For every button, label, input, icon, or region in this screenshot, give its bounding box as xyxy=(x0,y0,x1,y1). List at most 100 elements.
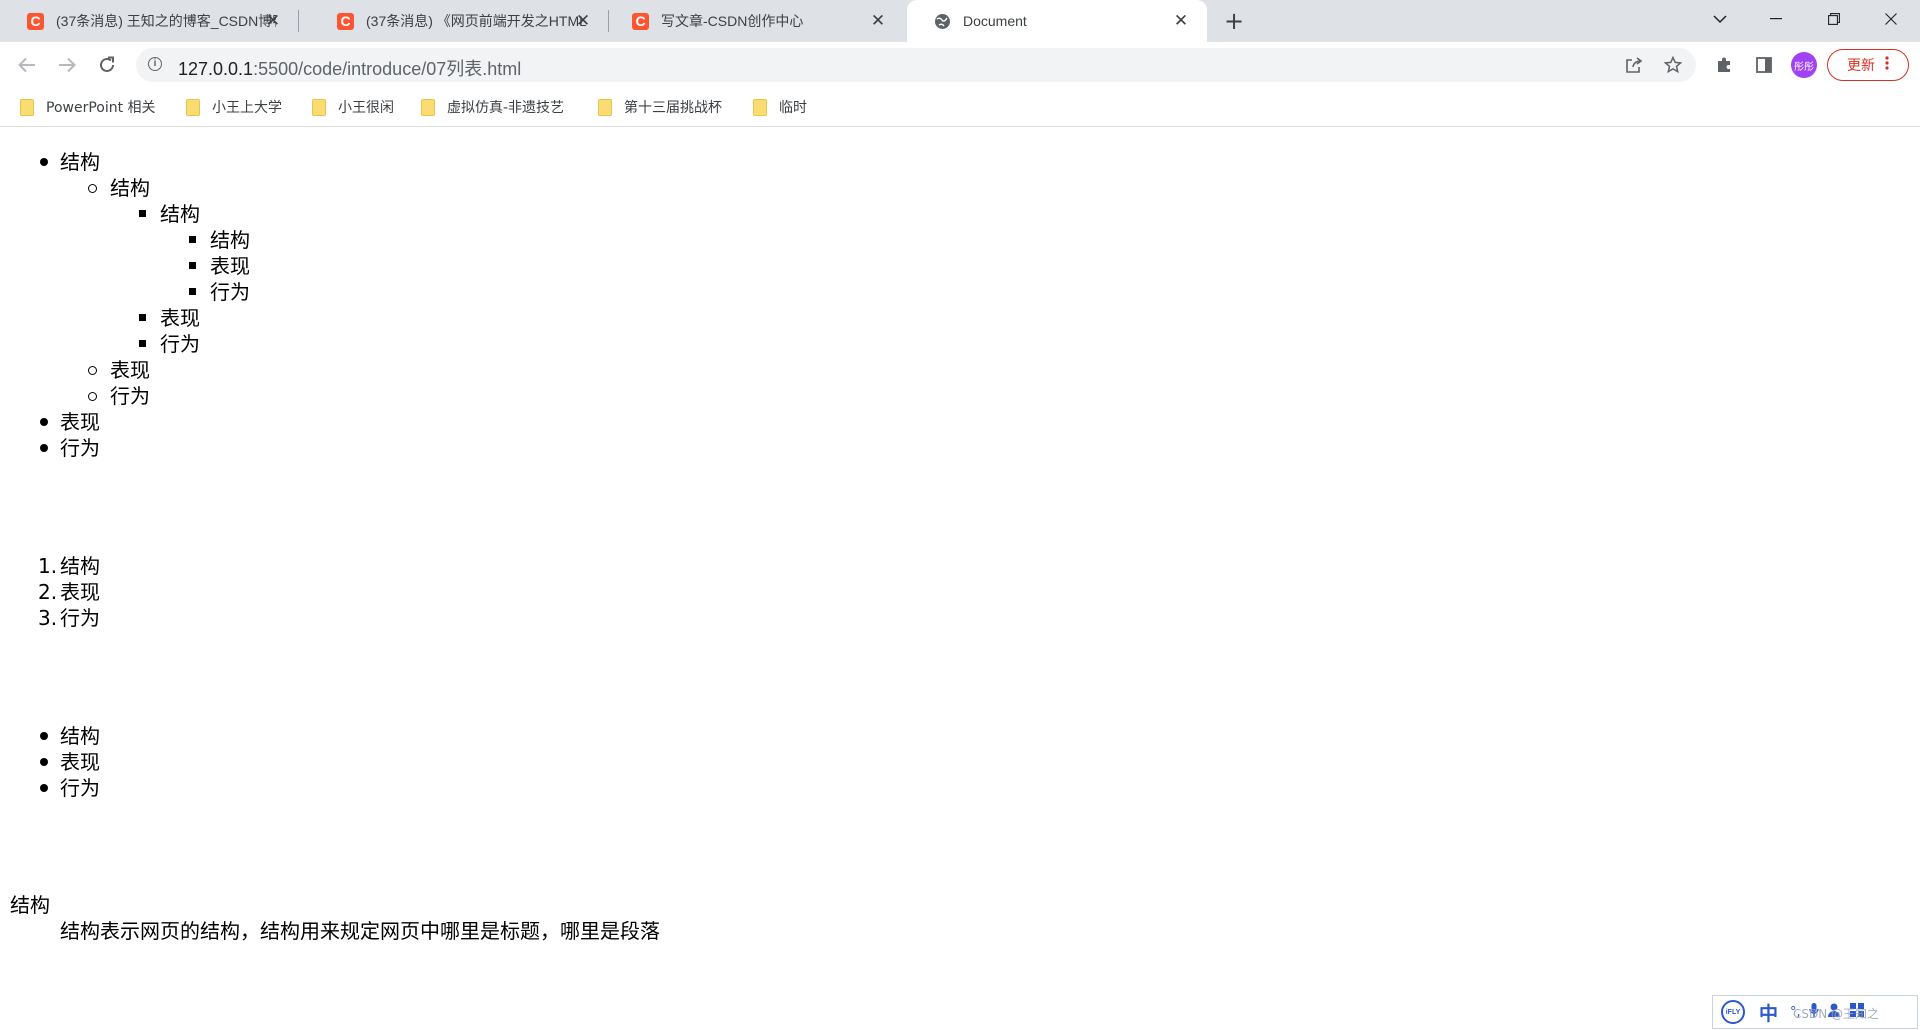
ifly-logo-icon[interactable]: iFLY xyxy=(1721,1000,1745,1024)
globe-icon xyxy=(934,13,951,30)
bookmarks-bar: PowerPoint 相关 小王上大学 小王很闲 虚拟仿真-非遗技艺 第十三届挑… xyxy=(0,88,1920,127)
back-arrow-icon[interactable] xyxy=(12,50,42,80)
list-item: 结构 xyxy=(60,724,100,748)
site-info-icon[interactable]: i xyxy=(148,57,162,71)
csdn-favicon-icon: C xyxy=(337,12,354,30)
circle-bullet xyxy=(88,184,97,193)
bookmark-folder-temp[interactable]: 临时 xyxy=(753,96,807,118)
close-tab-icon[interactable]: ✕ xyxy=(1171,11,1191,31)
bookmark-label: PowerPoint 相关 xyxy=(46,100,156,116)
tab-title: Document xyxy=(963,13,1027,29)
list-item: 行为 xyxy=(60,606,100,630)
update-button-label: 更新 xyxy=(1847,58,1875,74)
disc-bullet xyxy=(40,444,48,452)
browser-toolbar: i 127.0.0.1:5500/code/introduce/07列表.htm… xyxy=(0,42,1920,88)
list-item: 结构 xyxy=(160,202,200,226)
bookmark-folder-idle[interactable]: 小王很闲 xyxy=(312,96,394,118)
list-marker: 3. xyxy=(38,606,58,630)
circle-bullet xyxy=(88,392,97,401)
tab-csdn-blog[interactable]: C (37条消息) 王知之的博客_CSDN博客 ✕ xyxy=(0,0,299,42)
bookmark-label: 虚拟仿真-非遗技艺 xyxy=(447,100,565,116)
update-button[interactable]: 更新 xyxy=(1827,49,1909,81)
list-item: 表现 xyxy=(60,580,100,604)
side-panel-icon[interactable] xyxy=(1751,52,1777,78)
bookmark-folder-simulation[interactable]: 虚拟仿真-非遗技艺 xyxy=(421,96,564,118)
url-text[interactable]: 127.0.0.1:5500/code/introduce/07列表.html xyxy=(178,55,521,81)
close-tab-icon[interactable]: ✕ xyxy=(868,11,888,31)
more-menu-icon xyxy=(1885,56,1889,74)
url-host: 127.0.0.1 xyxy=(178,59,254,79)
square-bullet xyxy=(139,210,146,217)
bookmark-label: 第十三届挑战杯 xyxy=(624,100,722,116)
restore-icon[interactable] xyxy=(1806,0,1862,38)
extensions-puzzle-icon[interactable] xyxy=(1711,52,1737,78)
tab-strip: C (37条消息) 王知之的博客_CSDN博客 ✕ C (37条消息) 《网页前… xyxy=(0,0,1920,42)
list-item: 结构 xyxy=(60,150,100,174)
definition-description: 结构表示网页的结构，结构用来规定网页中哪里是标题，哪里是段落 xyxy=(60,919,660,943)
tab-search-chevron-icon[interactable] xyxy=(1692,0,1748,38)
circle-bullet xyxy=(88,366,97,375)
square-bullet xyxy=(189,262,196,269)
bookmark-label: 临时 xyxy=(779,100,807,116)
folder-icon xyxy=(598,98,612,116)
list-item: 结构 xyxy=(60,554,100,578)
new-tab-icon[interactable]: + xyxy=(1222,7,1246,35)
tab-csdn-article[interactable]: C (37条消息) 《网页前端开发之HTML ✕ xyxy=(310,0,609,42)
bookmark-star-icon[interactable] xyxy=(1661,53,1685,77)
close-tab-icon[interactable]: ✕ xyxy=(573,11,593,31)
forward-arrow-icon[interactable] xyxy=(52,50,82,80)
folder-icon xyxy=(753,98,767,116)
bookmark-folder-powerpoint[interactable]: PowerPoint 相关 xyxy=(20,96,156,118)
disc-bullet xyxy=(40,418,48,426)
square-bullet xyxy=(139,340,146,347)
square-bullet xyxy=(189,236,196,243)
csdn-favicon-icon: C xyxy=(27,12,44,30)
bookmark-folder-university[interactable]: 小王上大学 xyxy=(186,96,282,118)
bookmark-label: 小王很闲 xyxy=(338,100,394,116)
bookmark-label: 小王上大学 xyxy=(212,100,282,116)
square-bullet xyxy=(139,314,146,321)
profile-avatar[interactable]: 彤彤 xyxy=(1791,52,1817,78)
list-item: 行为 xyxy=(110,384,150,408)
list-item: 表现 xyxy=(110,358,150,382)
list-item: 表现 xyxy=(60,410,100,434)
tab-separator xyxy=(298,10,299,32)
list-item: 行为 xyxy=(210,280,250,304)
disc-bullet xyxy=(40,784,48,792)
list-item: 行为 xyxy=(60,776,100,800)
list-item: 行为 xyxy=(60,436,100,460)
close-window-icon[interactable] xyxy=(1863,0,1919,38)
ime-toolbar[interactable]: iFLY 中 °, CSDN @王知之 xyxy=(1712,995,1918,1029)
list-marker: 2. xyxy=(38,580,58,604)
csdn-favicon-icon: C xyxy=(632,12,649,30)
folder-icon xyxy=(186,98,200,116)
tab-title: 写文章-CSDN创作中心 xyxy=(661,13,804,29)
share-icon[interactable] xyxy=(1622,53,1646,77)
list-item: 行为 xyxy=(160,332,200,356)
list-marker: 1. xyxy=(38,554,58,578)
url-path: :5500/code/introduce/07列表.html xyxy=(253,59,522,79)
definition-term: 结构 xyxy=(10,893,50,917)
minimize-icon[interactable] xyxy=(1748,0,1804,38)
folder-icon xyxy=(312,98,326,116)
disc-bullet xyxy=(40,758,48,766)
tab-csdn-editor[interactable]: C 写文章-CSDN创作中心 ✕ xyxy=(605,0,904,42)
tab-title: (37条消息) 王知之的博客_CSDN博客 xyxy=(56,13,276,29)
folder-icon xyxy=(421,98,435,116)
csdn-watermark: CSDN @王知之 xyxy=(1793,1007,1880,1021)
list-item: 结构 xyxy=(110,176,150,200)
page-content: 结构 结构 结构 结构 表现 行为 表现 行为 表现 行为 表现 行为 1. 结… xyxy=(0,127,1920,1030)
list-item: 结构 xyxy=(210,228,250,252)
list-item: 表现 xyxy=(210,254,250,278)
reload-icon[interactable] xyxy=(92,50,122,80)
close-tab-icon[interactable]: ✕ xyxy=(263,11,283,31)
list-item: 表现 xyxy=(160,306,200,330)
folder-icon xyxy=(20,98,34,116)
chinese-mode-toggle[interactable]: 中 xyxy=(1759,999,1778,1026)
disc-bullet xyxy=(40,158,48,166)
square-bullet xyxy=(189,288,196,295)
address-bar[interactable]: i 127.0.0.1:5500/code/introduce/07列表.htm… xyxy=(136,48,1696,82)
disc-bullet xyxy=(40,732,48,740)
tab-document[interactable]: Document ✕ xyxy=(907,0,1207,42)
bookmark-folder-challenge-cup[interactable]: 第十三届挑战杯 xyxy=(598,96,722,118)
